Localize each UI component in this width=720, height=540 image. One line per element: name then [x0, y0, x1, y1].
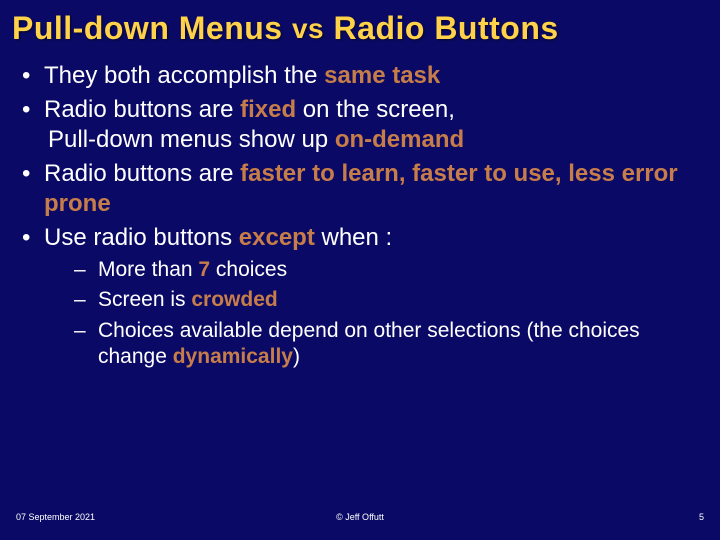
bullet-continuation: Pull-down menus show up on-demand: [44, 125, 708, 155]
highlight-text: same task: [324, 62, 440, 89]
bullet-item: Use radio buttons except when : More than…: [16, 223, 708, 370]
highlight-text: dynamically: [173, 345, 293, 368]
slide: Pull-down Menus vs Radio Buttons They bo…: [0, 0, 720, 540]
title-post: Radio Buttons: [324, 10, 559, 46]
title-pre: Pull-down Menus: [12, 10, 292, 46]
body-text: Pull-down menus show up: [48, 126, 335, 153]
body-text: when :: [315, 224, 392, 251]
sub-bullet-item: More than 7 choices: [74, 257, 708, 283]
body-text: Radio buttons are: [44, 96, 240, 123]
highlight-text: on-demand: [335, 126, 464, 153]
body-text: Radio buttons are: [44, 160, 240, 187]
body-text: They both accomplish the: [44, 62, 324, 89]
highlight-text: crowded: [191, 288, 277, 311]
sub-bullet-item: Screen is crowded: [74, 287, 708, 313]
body-text: choices: [210, 258, 287, 281]
slide-title: Pull-down Menus vs Radio Buttons: [12, 10, 708, 47]
bullet-item: Radio buttons are fixed on the screen, P…: [16, 95, 708, 155]
body-text: More than: [98, 258, 198, 281]
highlight-text: fixed: [240, 96, 296, 123]
body-text: Screen is: [98, 288, 191, 311]
highlight-text: except: [239, 224, 315, 251]
footer-page-number: 5: [699, 512, 704, 522]
footer-copyright: © Jeff Offutt: [336, 512, 384, 522]
highlight-text: 7: [198, 258, 210, 281]
sub-bullet-list: More than 7 choices Screen is crowded Choi…: [44, 257, 708, 370]
footer: 07 September 2021 © Jeff Offutt 5: [0, 512, 720, 528]
body-text: on the screen,: [296, 96, 455, 123]
body-text: ): [293, 345, 300, 368]
sub-bullet-item: Choices available depend on other select…: [74, 318, 708, 371]
footer-date: 07 September 2021: [16, 512, 95, 522]
bullet-list: They both accomplish the same task Radio …: [12, 61, 708, 370]
bullet-item: They both accomplish the same task: [16, 61, 708, 91]
bullet-item: Radio buttons are faster to learn, faste…: [16, 159, 708, 219]
title-vs: vs: [292, 13, 324, 44]
body-text: Use radio buttons: [44, 224, 239, 251]
